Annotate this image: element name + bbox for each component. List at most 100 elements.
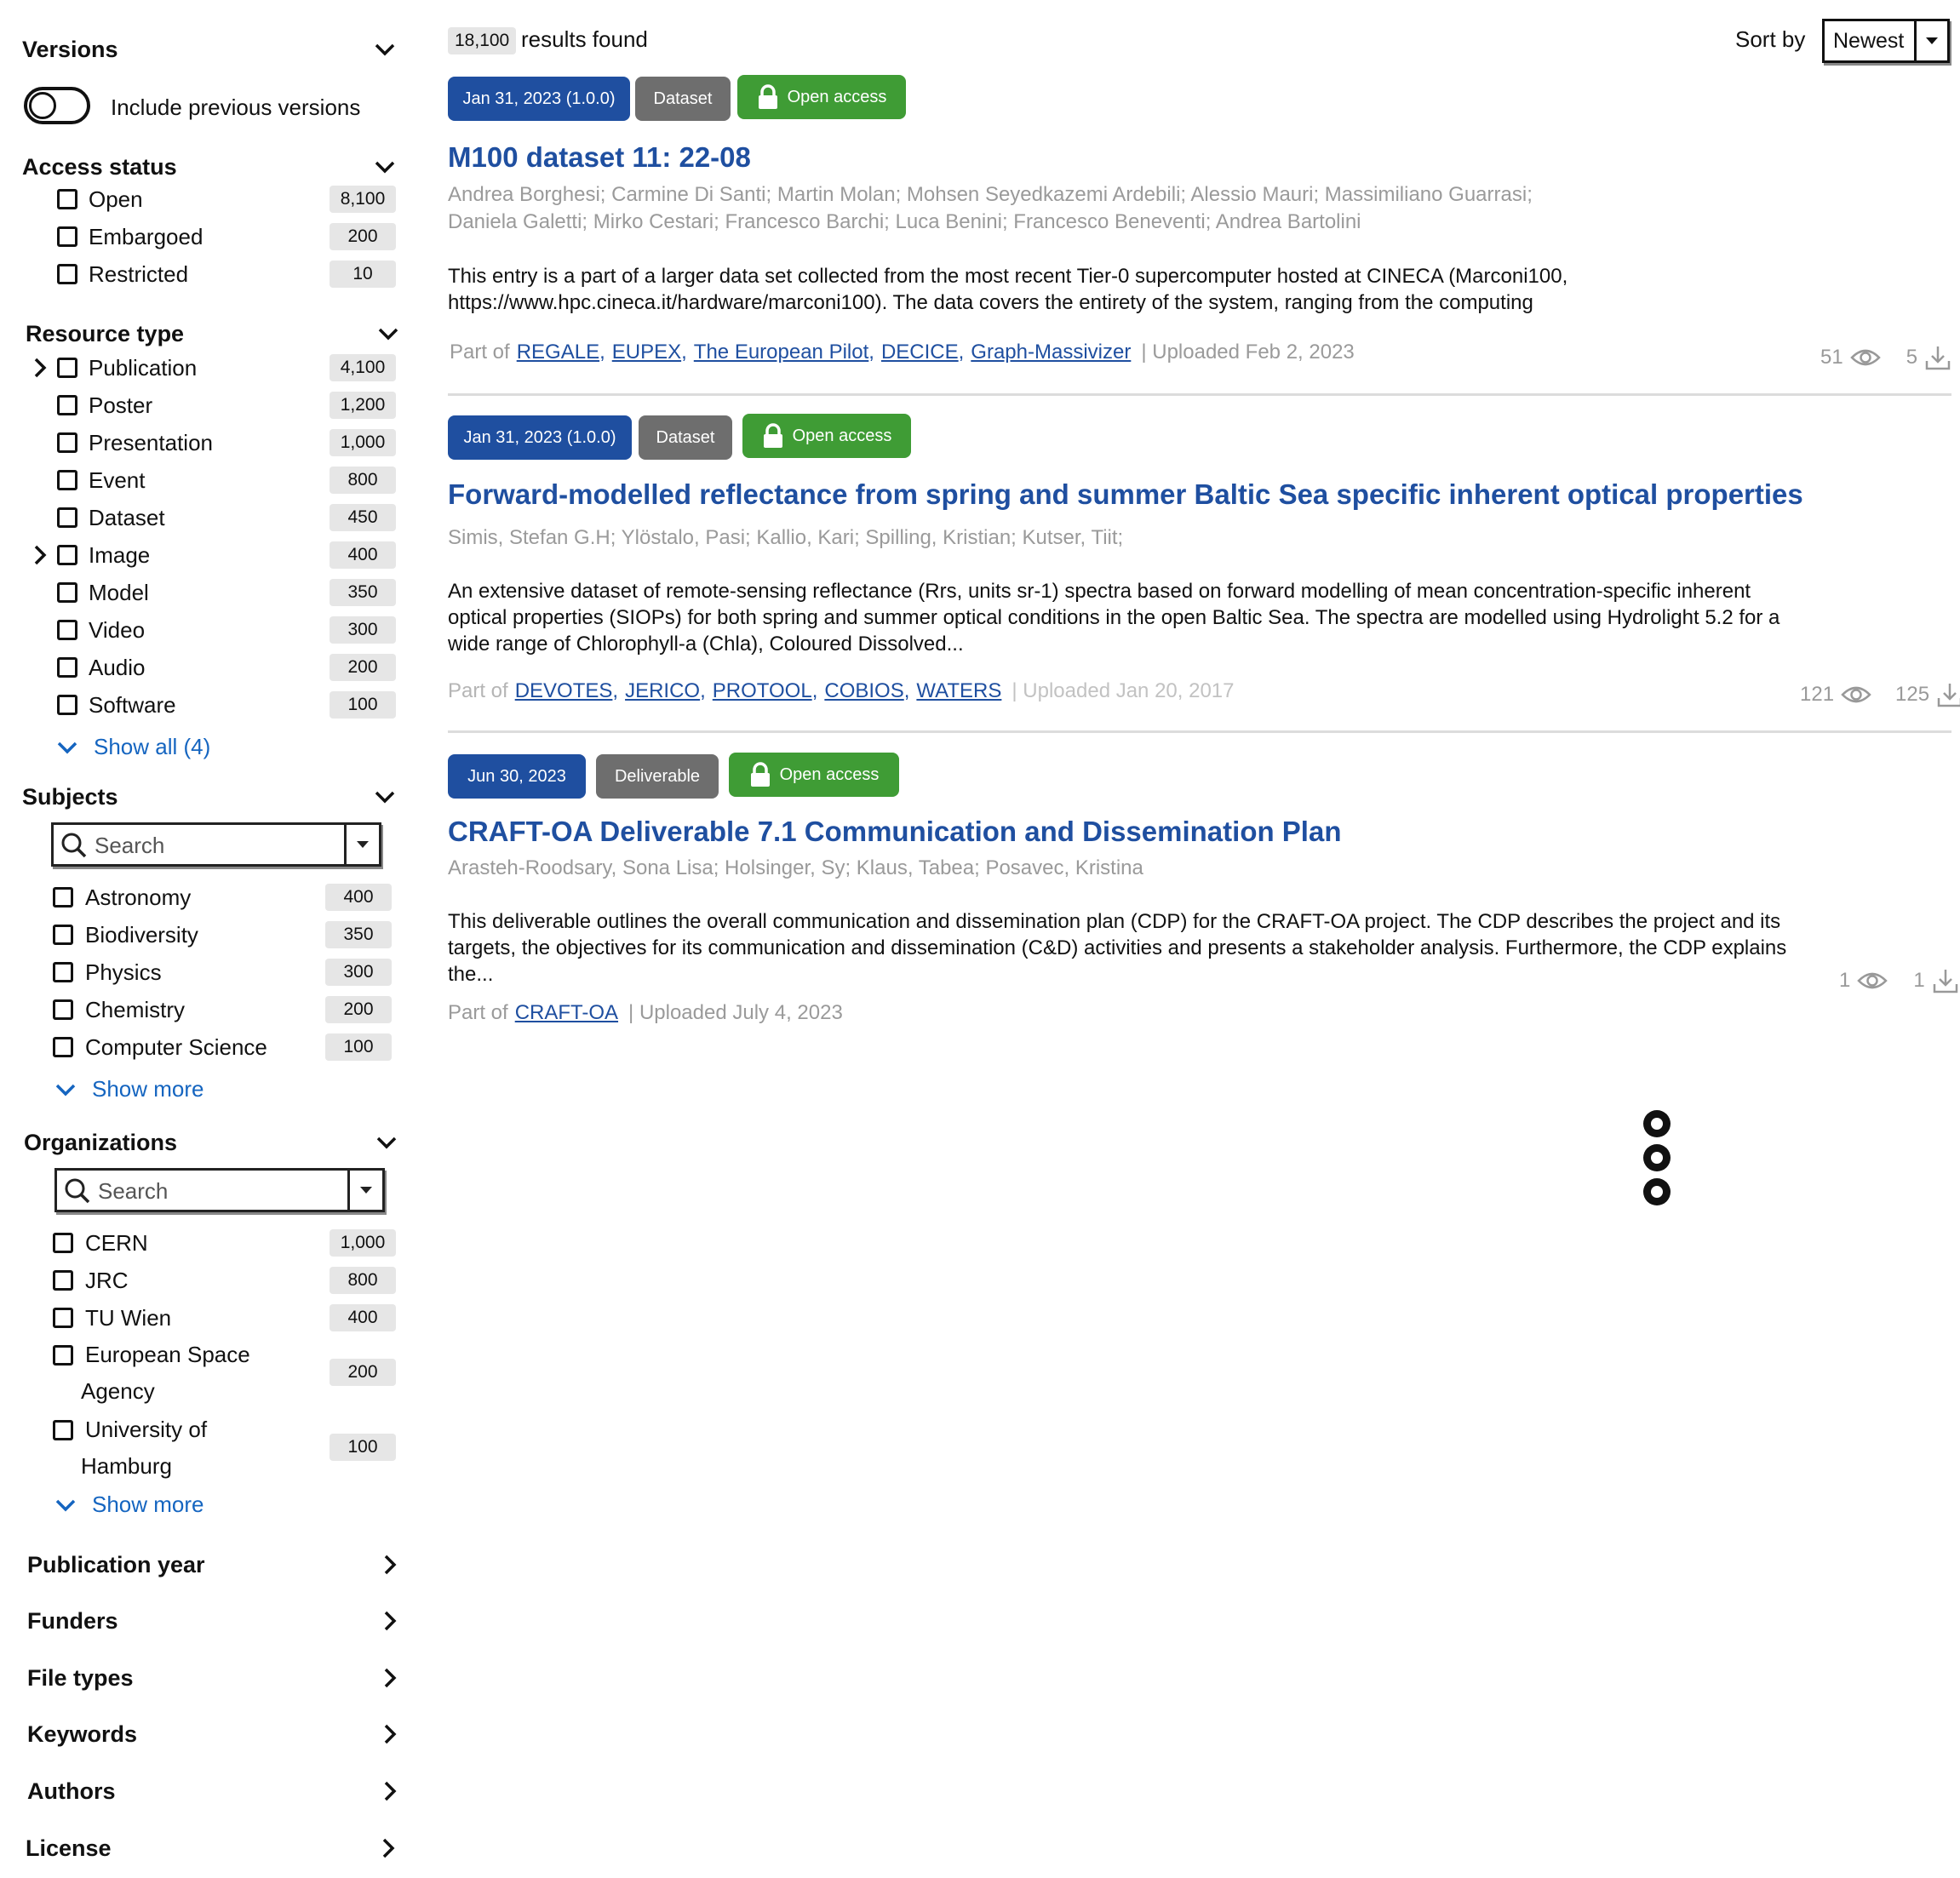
dropdown-arrow-icon[interactable] <box>347 1171 382 1210</box>
resource-dataset-checkbox[interactable] <box>57 507 77 528</box>
subjects-header[interactable]: Subjects <box>22 780 397 814</box>
authors-header[interactable]: Authors <box>27 1774 402 1808</box>
chevron-down-icon[interactable] <box>373 155 397 179</box>
resource-software-checkbox[interactable] <box>57 695 77 715</box>
resource-poster-checkbox[interactable] <box>57 395 77 415</box>
result-title-link[interactable]: Forward-modelled reflectance from spring… <box>448 478 1803 511</box>
resource-event-checkbox[interactable] <box>57 470 77 490</box>
access-restricted-row[interactable]: Restricted 10 <box>0 257 400 291</box>
chevron-right-icon[interactable] <box>376 1836 400 1860</box>
organizations-show-more-link[interactable]: Show more <box>54 1492 204 1518</box>
org-jrc-checkbox[interactable] <box>53 1270 73 1291</box>
chevron-down-icon[interactable] <box>373 785 397 809</box>
sort-select[interactable]: Newest <box>1822 19 1950 63</box>
resource-type-badge[interactable]: Dataset <box>635 77 731 121</box>
access-status-header[interactable]: Access status <box>22 150 397 184</box>
result-title-link[interactable]: M100 dataset 11: 22-08 <box>448 141 751 174</box>
community-link[interactable]: WATERS <box>916 679 1001 703</box>
org-esa-checkbox[interactable] <box>53 1345 73 1366</box>
funders-header[interactable]: Funders <box>27 1604 402 1638</box>
resource-type-header[interactable]: Resource type <box>26 317 400 351</box>
community-link[interactable]: COBIOS <box>824 679 903 703</box>
community-link[interactable]: The European Pilot <box>694 341 868 364</box>
resource-poster-row[interactable]: Poster 1,200 <box>0 388 400 422</box>
access-badge[interactable]: Open access <box>737 75 906 119</box>
resource-image-row[interactable]: Image 400 <box>0 538 400 572</box>
access-embargoed-checkbox[interactable] <box>57 226 77 247</box>
publication-year-header[interactable]: Publication year <box>27 1548 402 1582</box>
org-cern-checkbox[interactable] <box>53 1233 73 1253</box>
subject-computer-science-checkbox[interactable] <box>53 1037 73 1057</box>
resource-dataset-row[interactable]: Dataset 450 <box>0 501 400 535</box>
chevron-right-icon[interactable] <box>378 1779 402 1803</box>
resource-model-row[interactable]: Model 350 <box>0 575 400 610</box>
chevron-down-icon[interactable] <box>373 37 397 61</box>
chevron-right-icon[interactable] <box>31 542 49 568</box>
community-link[interactable]: CRAFT-OA <box>515 1001 618 1025</box>
org-tu-wien-checkbox[interactable] <box>53 1308 73 1328</box>
subjects-search-input[interactable] <box>93 830 326 861</box>
subject-physics-checkbox[interactable] <box>53 962 73 982</box>
version-date-badge[interactable]: Jan 31, 2023 (1.0.0) <box>448 77 630 121</box>
chevron-right-icon[interactable] <box>378 1722 402 1746</box>
resource-type-badge[interactable]: Deliverable <box>596 754 719 799</box>
subject-chemistry-row[interactable]: Chemistry 200 <box>0 993 400 1027</box>
subjects-search-box[interactable] <box>51 822 381 867</box>
chevron-right-icon[interactable] <box>31 355 49 381</box>
chevron-right-icon[interactable] <box>378 1666 402 1690</box>
access-open-checkbox[interactable] <box>57 189 77 209</box>
access-embargoed-row[interactable]: Embargoed 200 <box>0 220 400 254</box>
subjects-show-more-link[interactable]: Show more <box>54 1076 204 1102</box>
access-badge[interactable]: Open access <box>742 414 911 458</box>
chevron-down-icon[interactable] <box>376 322 400 346</box>
resource-publication-row[interactable]: Publication 4,100 <box>0 351 400 385</box>
chevron-down-icon[interactable] <box>375 1131 398 1154</box>
subject-chemistry-checkbox[interactable] <box>53 999 73 1020</box>
versions-header[interactable]: Versions <box>22 32 397 66</box>
organizations-header[interactable]: Organizations <box>24 1125 398 1159</box>
resource-type-show-all-link[interactable]: Show all (4) <box>56 734 210 760</box>
resource-presentation-row[interactable]: Presentation 1,000 <box>0 426 400 460</box>
resource-audio-checkbox[interactable] <box>57 657 77 678</box>
community-link[interactable]: Graph-Massivizer <box>971 341 1131 364</box>
version-date-badge[interactable]: Jun 30, 2023 <box>448 754 586 799</box>
organizations-search-input[interactable] <box>96 1176 330 1206</box>
community-link[interactable]: PROTOOL <box>713 679 812 703</box>
community-link[interactable]: JERICO <box>625 679 700 703</box>
version-date-badge[interactable]: Jan 31, 2023 (1.0.0) <box>448 415 632 460</box>
resource-publication-checkbox[interactable] <box>57 358 77 378</box>
subject-astronomy-row[interactable]: Astronomy 400 <box>0 880 400 914</box>
resource-event-row[interactable]: Event 800 <box>0 463 400 497</box>
subject-biodiversity-row[interactable]: Biodiversity 350 <box>0 918 400 952</box>
include-previous-versions-toggle[interactable] <box>24 87 90 124</box>
resource-audio-row[interactable]: Audio 200 <box>0 650 400 684</box>
subject-astronomy-checkbox[interactable] <box>53 887 73 908</box>
resource-presentation-checkbox[interactable] <box>57 432 77 453</box>
subject-computer-science-row[interactable]: Computer Science 100 <box>0 1030 400 1064</box>
resource-video-checkbox[interactable] <box>57 620 77 640</box>
community-link[interactable]: DEVOTES <box>515 679 613 703</box>
license-header[interactable]: License <box>26 1831 400 1865</box>
subject-physics-row[interactable]: Physics 300 <box>0 955 400 989</box>
organizations-search-box[interactable] <box>54 1168 385 1212</box>
org-tu-wien-row[interactable]: TU Wien 400 <box>0 1301 400 1335</box>
org-cern-row[interactable]: CERN 1,000 <box>0 1226 400 1260</box>
resource-software-row[interactable]: Software 100 <box>0 688 400 722</box>
resource-image-checkbox[interactable] <box>57 545 77 565</box>
result-title-link[interactable]: CRAFT-OA Deliverable 7.1 Communication a… <box>448 816 1342 848</box>
keywords-header[interactable]: Keywords <box>27 1717 402 1751</box>
access-badge[interactable]: Open access <box>729 753 899 797</box>
community-link[interactable]: DECICE <box>881 341 959 364</box>
access-restricted-checkbox[interactable] <box>57 264 77 284</box>
resource-model-checkbox[interactable] <box>57 582 77 603</box>
community-link[interactable]: EUPEX <box>612 341 681 364</box>
resource-type-badge[interactable]: Dataset <box>639 415 732 460</box>
resource-video-row[interactable]: Video 300 <box>0 613 400 647</box>
org-esa-row[interactable]: European Space Agency 200 <box>0 1338 400 1411</box>
chevron-right-icon[interactable] <box>378 1609 402 1633</box>
org-hamburg-row[interactable]: University of Hamburg 100 <box>0 1413 400 1486</box>
community-link[interactable]: REGALE <box>517 341 599 364</box>
dropdown-arrow-icon[interactable] <box>344 825 379 864</box>
org-jrc-row[interactable]: JRC 800 <box>0 1263 400 1297</box>
subject-biodiversity-checkbox[interactable] <box>53 925 73 945</box>
